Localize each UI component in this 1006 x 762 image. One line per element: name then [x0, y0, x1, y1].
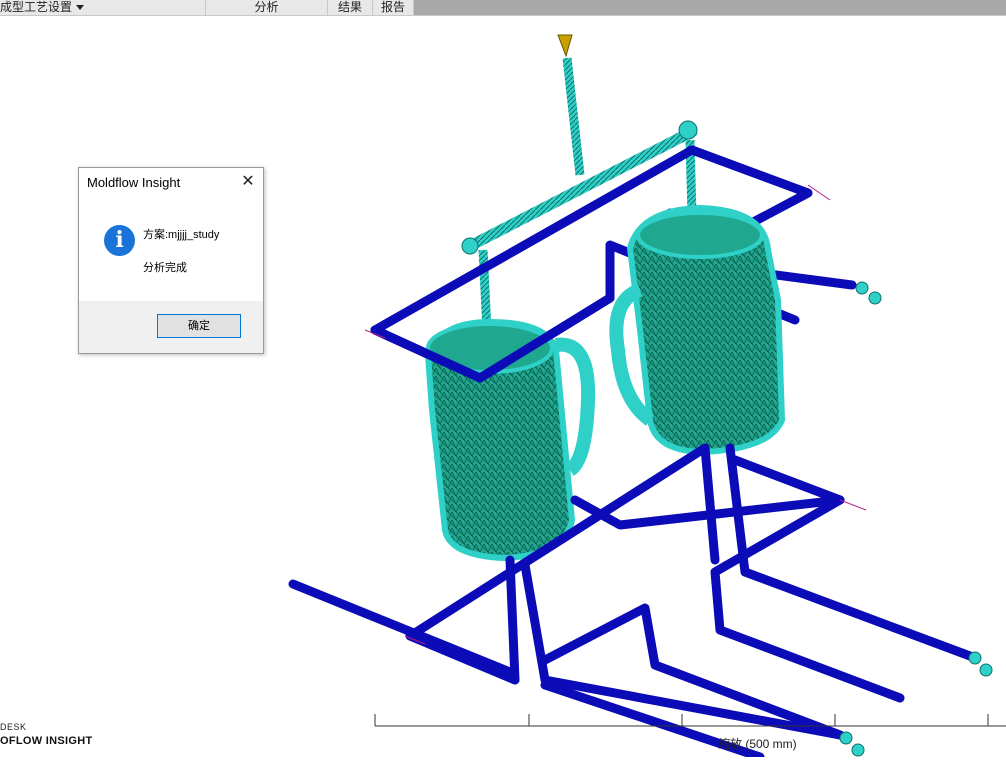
- scale-label: 缩放 (500 mm): [718, 737, 797, 751]
- dialog-title: Moldflow Insight: [87, 175, 181, 190]
- tab-results-label: 结果: [337, 0, 362, 14]
- model-canvas[interactable]: [0, 16, 1006, 762]
- nozzle-icon: [557, 34, 573, 58]
- brand-autodesk: DESK: [0, 722, 27, 732]
- dialog-message-study: 方案:mjjjj_study: [143, 229, 220, 241]
- ribbon-empty-area: [414, 0, 1006, 15]
- tab-analysis-label: 分析: [254, 0, 279, 14]
- model-viewport[interactable]: [0, 16, 1006, 762]
- tab-report[interactable]: 报告: [373, 0, 414, 15]
- dialog-message-status: 分析完成: [143, 262, 187, 274]
- mug-part-right: [609, 204, 786, 456]
- sprue: [557, 34, 585, 176]
- brand-moldflow-insight: OFLOW INSIGHT: [0, 735, 93, 747]
- ok-button[interactable]: 确定: [157, 314, 241, 338]
- tab-analysis[interactable]: 分析: [206, 0, 328, 15]
- dialog-footer: 确定: [79, 301, 263, 353]
- tab-report-label: 报告: [380, 0, 405, 14]
- tab-results[interactable]: 结果: [328, 0, 373, 15]
- tab-process-settings[interactable]: 成型工艺设置: [0, 0, 206, 15]
- info-icon: i: [104, 225, 135, 256]
- tab-process-settings-label: 成型工艺设置: [0, 0, 73, 14]
- ribbon-tab-strip: 成型工艺设置 分析 结果 报告: [0, 0, 1006, 16]
- analysis-complete-dialog: Moldflow Insight ✕ i 方案:mjjjj_study 分析完成…: [78, 167, 264, 354]
- chevron-down-icon: [76, 5, 85, 11]
- cooling-channels-front: [288, 293, 975, 762]
- scale-bar: [374, 714, 1006, 727]
- close-icon[interactable]: ✕: [239, 173, 257, 191]
